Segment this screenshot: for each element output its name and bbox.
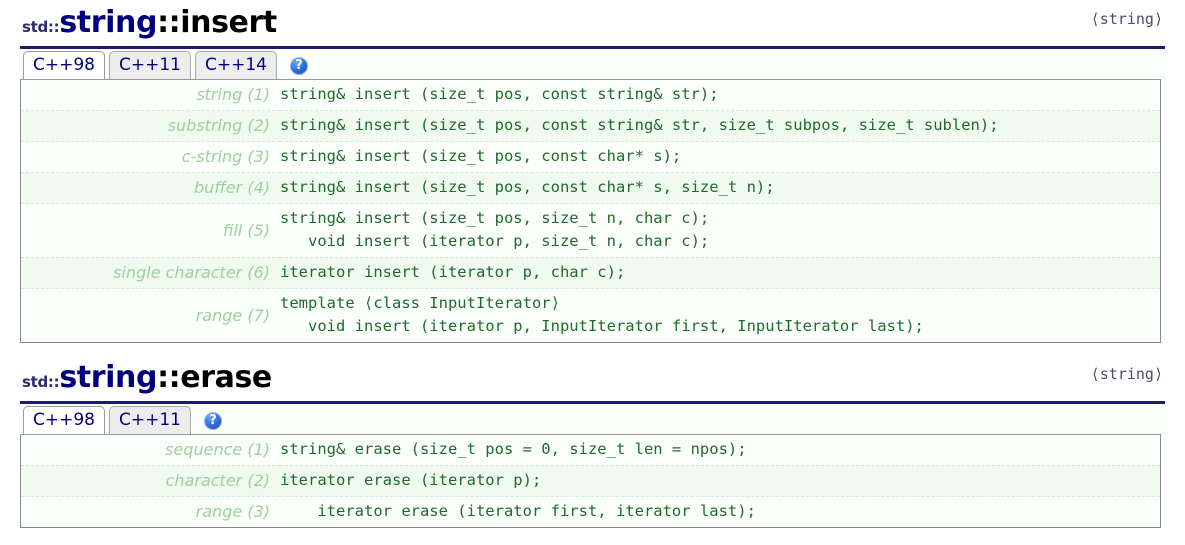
tab-cpp98[interactable]: C++98 [23, 51, 105, 79]
table-row: range (7)template ⟨class InputIterator⟩ … [21, 289, 1161, 343]
signature-label: fill (5) [21, 204, 281, 258]
table-row: single character (6)iterator insert (ite… [21, 258, 1161, 289]
signature-code: string& insert (size_t pos, const string… [280, 80, 1161, 111]
signature-label: buffer (4) [21, 173, 281, 204]
signature-line: string& insert (size_t pos, size_t n, ch… [280, 207, 1154, 230]
header-file-label: ⟨string⟩ [1091, 365, 1163, 383]
tab-cpp11[interactable]: C++11 [109, 51, 191, 79]
help-icon[interactable] [204, 412, 222, 430]
table-row: string (1)string& insert (size_t pos, co… [21, 80, 1161, 111]
signature-table: string (1)string& insert (size_t pos, co… [20, 79, 1161, 343]
signature-table: sequence (1)string& erase (size_t pos = … [20, 434, 1161, 528]
title-namespace: std:: [22, 18, 59, 36]
signature-code: template ⟨class InputIterator⟩ void inse… [280, 289, 1161, 343]
signature-line: template ⟨class InputIterator⟩ [280, 292, 1154, 315]
signature-line: string& insert (size_t pos, const string… [280, 83, 1154, 106]
page-title: std::string::insert [22, 6, 277, 44]
header-file-label: ⟨string⟩ [1091, 10, 1163, 28]
reference-page: std::string::insert⟨string⟩C++98C++11C++… [0, 0, 1185, 545]
signature-label: range (7) [21, 289, 281, 343]
sections-container: std::string::insert⟨string⟩C++98C++11C++… [0, 0, 1185, 528]
table-row: buffer (4)string& insert (size_t pos, co… [21, 173, 1161, 204]
title-class: string [59, 360, 157, 395]
title-row: std::string::erase ⟨string⟩ [20, 355, 1165, 401]
signature-label: range (3) [21, 497, 281, 528]
signature-line: iterator erase (iterator first, iterator… [280, 500, 1154, 523]
signature-label: single character (6) [21, 258, 281, 289]
signature-code: string& insert (size_t pos, size_t n, ch… [280, 204, 1161, 258]
signature-code: iterator erase (iterator p); [280, 466, 1161, 497]
title-class: string [59, 5, 157, 40]
signature-code: string& erase (size_t pos = 0, size_t le… [280, 435, 1161, 466]
signature-label: substring (2) [21, 111, 281, 142]
signature-label: string (1) [21, 80, 281, 111]
table-row: c-string (3)string& insert (size_t pos, … [21, 142, 1161, 173]
help-icon[interactable] [290, 57, 308, 75]
signature-line: string& insert (size_t pos, const char* … [280, 145, 1154, 168]
signature-label: sequence (1) [21, 435, 281, 466]
section-spacer [0, 343, 1185, 355]
reference-section: std::string::erase ⟨string⟩C++98C++11sequ… [0, 355, 1185, 528]
table-row: sequence (1)string& erase (size_t pos = … [21, 435, 1161, 466]
title-namespace: std:: [22, 373, 59, 391]
standard-version-tabs: C++98C++11 [20, 404, 1165, 434]
signature-code: string& insert (size_t pos, const char* … [280, 173, 1161, 204]
title-member: ::insert [157, 5, 277, 40]
signature-code: string& insert (size_t pos, const char* … [280, 142, 1161, 173]
tab-cpp14[interactable]: C++14 [195, 51, 277, 79]
table-row: character (2)iterator erase (iterator p)… [21, 466, 1161, 497]
tab-cpp98[interactable]: C++98 [23, 406, 105, 434]
reference-section: std::string::insert ⟨string⟩C++98C++11C++… [0, 0, 1185, 343]
signature-line: iterator insert (iterator p, char c); [280, 261, 1154, 284]
standard-version-tabs: C++98C++11C++14 [20, 49, 1165, 79]
signature-line: iterator erase (iterator p); [280, 469, 1154, 492]
signature-line: string& erase (size_t pos = 0, size_t le… [280, 438, 1154, 461]
page-title: std::string::erase [22, 361, 272, 399]
title-member: ::erase [157, 360, 272, 395]
signature-code: iterator erase (iterator first, iterator… [280, 497, 1161, 528]
signature-line: void insert (iterator p, InputIterator f… [280, 315, 1154, 338]
signature-label: c-string (3) [21, 142, 281, 173]
signature-label: character (2) [21, 466, 281, 497]
signature-code: string& insert (size_t pos, const string… [280, 111, 1161, 142]
tab-cpp11[interactable]: C++11 [109, 406, 191, 434]
signature-line: string& insert (size_t pos, const string… [280, 114, 1154, 137]
title-row: std::string::insert ⟨string⟩ [20, 0, 1165, 46]
table-row: substring (2)string& insert (size_t pos,… [21, 111, 1161, 142]
table-row: fill (5)string& insert (size_t pos, size… [21, 204, 1161, 258]
table-row: range (3) iterator erase (iterator first… [21, 497, 1161, 528]
signature-code: iterator insert (iterator p, char c); [280, 258, 1161, 289]
signature-line: void insert (iterator p, size_t n, char … [280, 230, 1154, 253]
signature-line: string& insert (size_t pos, const char* … [280, 176, 1154, 199]
